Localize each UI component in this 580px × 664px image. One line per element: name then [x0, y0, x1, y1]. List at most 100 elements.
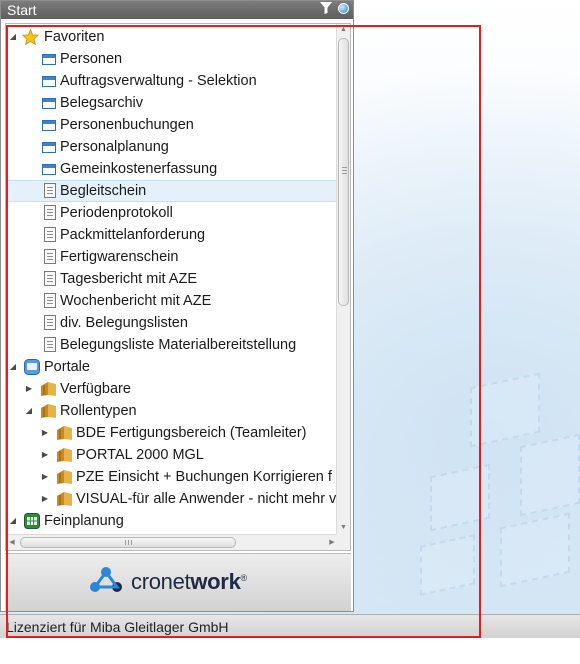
horizontal-scroll-thumb[interactable]: [20, 537, 236, 548]
horizontal-scrollbar[interactable]: ◀ ▶: [6, 534, 338, 550]
filter-icon[interactable]: [320, 2, 332, 14]
tree-item-periodenprotokoll[interactable]: Periodenprotokoll: [6, 202, 338, 224]
tree-node-feinplanung[interactable]: ◢ Feinplanung: [6, 510, 338, 532]
status-bar: Lizenziert für Miba Gleitlager GmbH: [0, 614, 580, 638]
document-icon: [44, 183, 56, 198]
tree-node-role[interactable]: ▶ PORTAL 2000 MGL: [6, 444, 338, 466]
tree-item-label: Belegungsliste Materialbereitstellung: [60, 337, 297, 353]
expand-arrow-icon[interactable]: ▶: [40, 422, 50, 444]
star-icon: [22, 29, 39, 45]
start-panel: Start ◢ Favoriten Personen Auftragsverwa…: [0, 0, 354, 612]
tree-item-label: Personalplanung: [60, 139, 169, 155]
tree-node-label: Feinplanung: [44, 513, 124, 529]
background-tile: [520, 433, 580, 517]
scroll-left-icon[interactable]: ◀: [6, 536, 18, 550]
collapse-arrow-icon[interactable]: ◢: [8, 510, 18, 532]
expand-arrow-icon[interactable]: ▶: [24, 378, 34, 400]
tree-item-label: div. Belegungslisten: [60, 315, 188, 331]
folder-icon: [56, 469, 72, 484]
tree-node-label: VISUAL-für alle Anwender - nicht mehr v: [76, 491, 337, 507]
expand-arrow-icon[interactable]: ▶: [40, 488, 50, 510]
scrollbar-corner: [336, 534, 350, 550]
tree-item-label: Packmittelanforderung: [60, 227, 206, 243]
tree-item-label: Wochenbericht mit AZE: [60, 293, 212, 309]
tree-item-tagesbericht[interactable]: Tagesbericht mit AZE: [6, 268, 338, 290]
tree-item-label: Belegsarchiv: [60, 95, 144, 111]
tree-node-role[interactable]: ▶ PZE Einsicht + Buchungen Korrigieren f: [6, 466, 338, 488]
document-icon: [44, 249, 56, 264]
tree-node-favoriten[interactable]: ◢ Favoriten: [6, 26, 338, 48]
collapse-arrow-icon[interactable]: ◢: [24, 400, 34, 422]
vertical-scroll-thumb[interactable]: [338, 38, 349, 306]
tree-view[interactable]: ◢ Favoriten Personen Auftragsverwaltung …: [5, 23, 351, 551]
tree-node-portale[interactable]: ◢ Portale: [6, 356, 338, 378]
collapse-arrow-icon[interactable]: ◢: [8, 356, 18, 378]
portal-icon: [24, 359, 40, 375]
tree-node-label: Portale: [44, 359, 90, 375]
background-tile: [430, 463, 490, 532]
tree-node-label: Favoriten: [44, 29, 105, 45]
tree: ◢ Favoriten Personen Auftragsverwaltung …: [6, 26, 338, 532]
grid-icon: [24, 513, 40, 529]
scroll-down-icon[interactable]: ▼: [337, 522, 350, 534]
tree-item-personen[interactable]: Personen: [6, 48, 338, 70]
logo-word-light: cronet: [131, 569, 191, 594]
registered-mark: ®: [240, 573, 248, 583]
grip-icon: [342, 167, 347, 175]
window-icon: [42, 164, 56, 175]
logo-word-bold: work: [190, 569, 241, 594]
window-icon: [42, 98, 56, 109]
tree-item-auftragsverwaltung[interactable]: Auftragsverwaltung - Selektion: [6, 70, 338, 92]
title-actions: [320, 2, 349, 14]
tree-item-belegungsliste-material[interactable]: Belegungsliste Materialbereitstellung: [6, 334, 338, 356]
background-tile: [470, 372, 540, 448]
scroll-up-icon[interactable]: ▲: [337, 24, 350, 36]
cronetwork-logo: cronetwork®: [87, 566, 247, 594]
folder-icon: [40, 381, 56, 396]
tree-node-role[interactable]: ▶ VISUAL-für alle Anwender - nicht mehr …: [6, 488, 338, 510]
tree-item-label: Auftragsverwaltung - Selektion: [60, 73, 257, 89]
tree-item-label: Periodenprotokoll: [60, 205, 173, 221]
tree-item-belegungslisten[interactable]: div. Belegungslisten: [6, 312, 338, 334]
pin-icon[interactable]: [338, 2, 349, 14]
background-tile: [420, 534, 475, 596]
folder-icon: [40, 403, 56, 418]
tree-node-verfuegbare[interactable]: ▶ Verfügbare: [6, 378, 338, 400]
tree-item-packmittelanforderung[interactable]: Packmittelanforderung: [6, 224, 338, 246]
tree-item-label: Personenbuchungen: [60, 117, 194, 133]
tree-node-label: Rollentypen: [60, 403, 137, 419]
logo-wordmark: cronetwork®: [131, 570, 247, 594]
document-icon: [44, 337, 56, 352]
document-icon: [44, 271, 56, 286]
tree-item-wochenbericht[interactable]: Wochenbericht mit AZE: [6, 290, 338, 312]
tree-item-label: Personen: [60, 51, 123, 67]
folder-icon: [56, 425, 72, 440]
panel-title-bar: Start: [1, 1, 353, 19]
background-tile: [500, 512, 570, 588]
expand-arrow-icon[interactable]: ▶: [40, 444, 50, 466]
tree-item-begleitschein[interactable]: Begleitschein: [6, 180, 338, 202]
window-icon: [42, 120, 56, 131]
tree-node-label: PZE Einsicht + Buchungen Korrigieren f: [76, 469, 332, 485]
tree-item-label: Tagesbericht mit AZE: [60, 271, 197, 287]
tree-item-label: Fertigwarenschein: [60, 249, 179, 265]
window-icon: [42, 76, 56, 87]
tree-item-gemeinkostenerfassung[interactable]: Gemeinkostenerfassung: [6, 158, 338, 180]
tree-node-label: BDE Fertigungsbereich (Teamleiter): [76, 425, 307, 441]
tree-node-label: Verfügbare: [60, 381, 131, 397]
tree-item-belegsarchiv[interactable]: Belegsarchiv: [6, 92, 338, 114]
tree-item-fertigwarenschein[interactable]: Fertigwarenschein: [6, 246, 338, 268]
tree-item-personenbuchungen[interactable]: Personenbuchungen: [6, 114, 338, 136]
tree-node-rollentypen[interactable]: ◢ Rollentypen: [6, 400, 338, 422]
collapse-arrow-icon[interactable]: ◢: [8, 26, 18, 48]
document-icon: [44, 205, 56, 220]
folder-icon: [56, 447, 72, 462]
folder-icon: [56, 491, 72, 506]
expand-arrow-icon[interactable]: ▶: [40, 466, 50, 488]
tree-item-personalplanung[interactable]: Personalplanung: [6, 136, 338, 158]
tree-node-role[interactable]: ▶ BDE Fertigungsbereich (Teamleiter): [6, 422, 338, 444]
document-icon: [44, 315, 56, 330]
cronetwork-logo-mark-icon: [90, 567, 122, 592]
vertical-scrollbar[interactable]: ▲ ▼: [336, 24, 350, 534]
license-text: Lizenziert für Miba Gleitlager GmbH: [6, 619, 229, 635]
